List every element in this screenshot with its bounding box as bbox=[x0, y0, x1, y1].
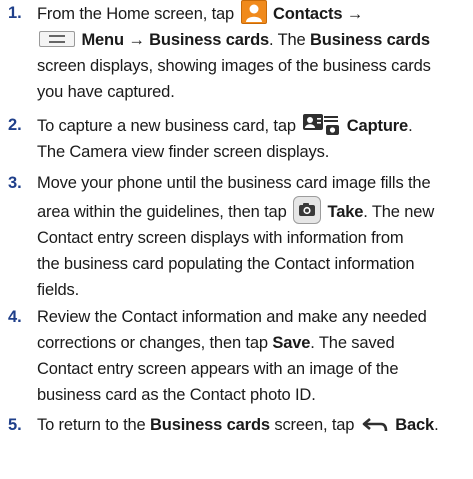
step-number: 5. bbox=[8, 416, 22, 434]
instruction-page: 1. From the Home screen, tap Contacts → bbox=[0, 0, 473, 479]
step-3: 3. Move your phone until the business ca… bbox=[8, 170, 469, 303]
step-text: Move your phone until the business card … bbox=[37, 174, 435, 299]
step-number: 3. bbox=[8, 174, 22, 192]
step-5: 5. To return to the Business cards scree… bbox=[8, 412, 469, 438]
step-number: 2. bbox=[8, 116, 22, 134]
camera-take-icon bbox=[293, 196, 322, 224]
step-1: 1. From the Home screen, tap Contacts → bbox=[8, 0, 469, 105]
step-text: From the Home screen, tap Contacts → Men… bbox=[37, 0, 469, 105]
back-arrow-icon bbox=[361, 415, 389, 435]
contacts-icon bbox=[240, 0, 267, 24]
step-text: To return to the Business cards screen, … bbox=[37, 415, 439, 435]
step-2: 2. To capture a new business card, tap C… bbox=[8, 112, 469, 165]
step-number: 4. bbox=[8, 308, 22, 326]
step-4: 4. Review the Contact information and ma… bbox=[8, 304, 469, 408]
capture-icon bbox=[302, 112, 340, 136]
menu-icon bbox=[39, 31, 75, 47]
step-text: Review the Contact information and make … bbox=[37, 308, 427, 404]
step-number: 1. bbox=[8, 4, 22, 22]
step-text: To capture a new business card, tap Capt… bbox=[37, 112, 469, 165]
